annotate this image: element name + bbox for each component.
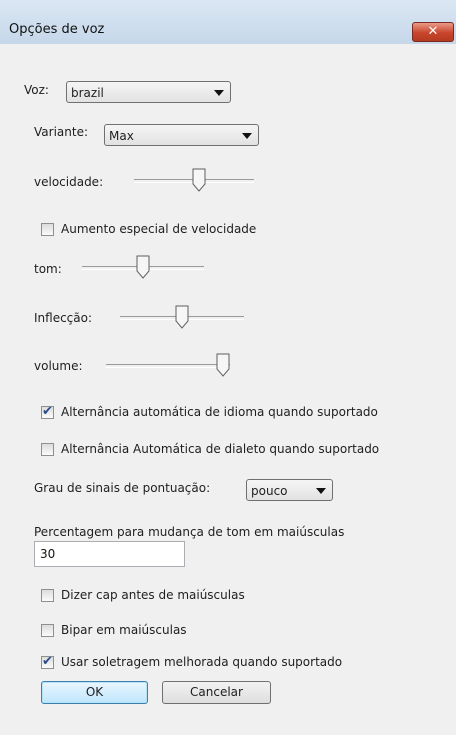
- variant-selected-value: Max: [109, 129, 134, 143]
- check-icon: ✔: [42, 654, 53, 669]
- close-icon: ✕: [427, 24, 439, 39]
- say-cap-checkbox[interactable]: [41, 589, 54, 602]
- chevron-down-icon: [242, 133, 252, 139]
- cap-pitch-label: Percentagem para mudança de tom em maiús…: [34, 525, 345, 539]
- inflection-slider[interactable]: [120, 305, 244, 331]
- window-title: Opções de voz: [9, 22, 105, 37]
- spelling-label: Usar soletragem melhorada quando suporta…: [61, 655, 343, 669]
- speed-boost-label: Aumento especial de velocidade: [61, 222, 257, 236]
- voice-selected-value: brazil: [71, 86, 104, 100]
- slider-thumb-icon[interactable]: [136, 255, 150, 279]
- title-bar: Opções de voz ✕: [0, 0, 456, 44]
- slider-thumb-icon[interactable]: [216, 353, 230, 377]
- punctuation-select[interactable]: pouco: [246, 479, 333, 501]
- beep-caps-checkbox[interactable]: [41, 624, 54, 637]
- cap-pitch-field-box: [34, 541, 185, 567]
- auto-dialect-checkbox[interactable]: [41, 443, 54, 456]
- punctuation-label: Grau de sinais de pontuação:: [34, 481, 211, 495]
- variant-select[interactable]: Max: [104, 124, 259, 146]
- speed-boost-checkbox[interactable]: [41, 223, 54, 236]
- cancel-button[interactable]: Cancelar: [162, 681, 271, 704]
- say-cap-label: Dizer cap antes de maiúsculas: [61, 588, 245, 602]
- check-icon: ✔: [42, 404, 53, 419]
- slider-track: [106, 364, 230, 368]
- auto-language-checkbox[interactable]: ✔: [41, 404, 54, 419]
- inflection-label: Inflecção:: [34, 311, 93, 325]
- volume-slider[interactable]: [106, 353, 230, 379]
- speed-label: velocidade:: [34, 175, 104, 189]
- voice-select[interactable]: brazil: [66, 81, 231, 103]
- pitch-slider[interactable]: [82, 255, 204, 281]
- pitch-label: tom:: [34, 262, 62, 276]
- speed-slider[interactable]: [134, 168, 254, 194]
- chevron-down-icon: [316, 488, 326, 494]
- slider-thumb-icon[interactable]: [192, 168, 206, 192]
- ok-button[interactable]: OK: [41, 681, 148, 704]
- volume-label: volume:: [34, 359, 83, 373]
- slider-thumb-icon[interactable]: [175, 305, 189, 329]
- cap-pitch-field[interactable]: [35, 542, 184, 566]
- auto-language-label: Alternância automática de idioma quando …: [61, 405, 378, 419]
- chevron-down-icon: [214, 90, 224, 96]
- variant-label: Variante:: [34, 125, 88, 139]
- dialog-body: Voz: brazil Variante: Max velocidade: Au…: [0, 44, 456, 735]
- beep-caps-label: Bipar em maiúsculas: [61, 623, 187, 637]
- auto-dialect-label: Alternância Automática de dialeto quando…: [61, 442, 380, 456]
- voice-label: Voz:: [24, 83, 49, 97]
- voice-options-dialog: Opções de voz ✕ Voz: brazil Variante: Ma…: [0, 0, 456, 735]
- spelling-checkbox[interactable]: ✔: [41, 654, 54, 669]
- close-button[interactable]: ✕: [412, 22, 454, 42]
- punctuation-selected-value: pouco: [251, 484, 288, 498]
